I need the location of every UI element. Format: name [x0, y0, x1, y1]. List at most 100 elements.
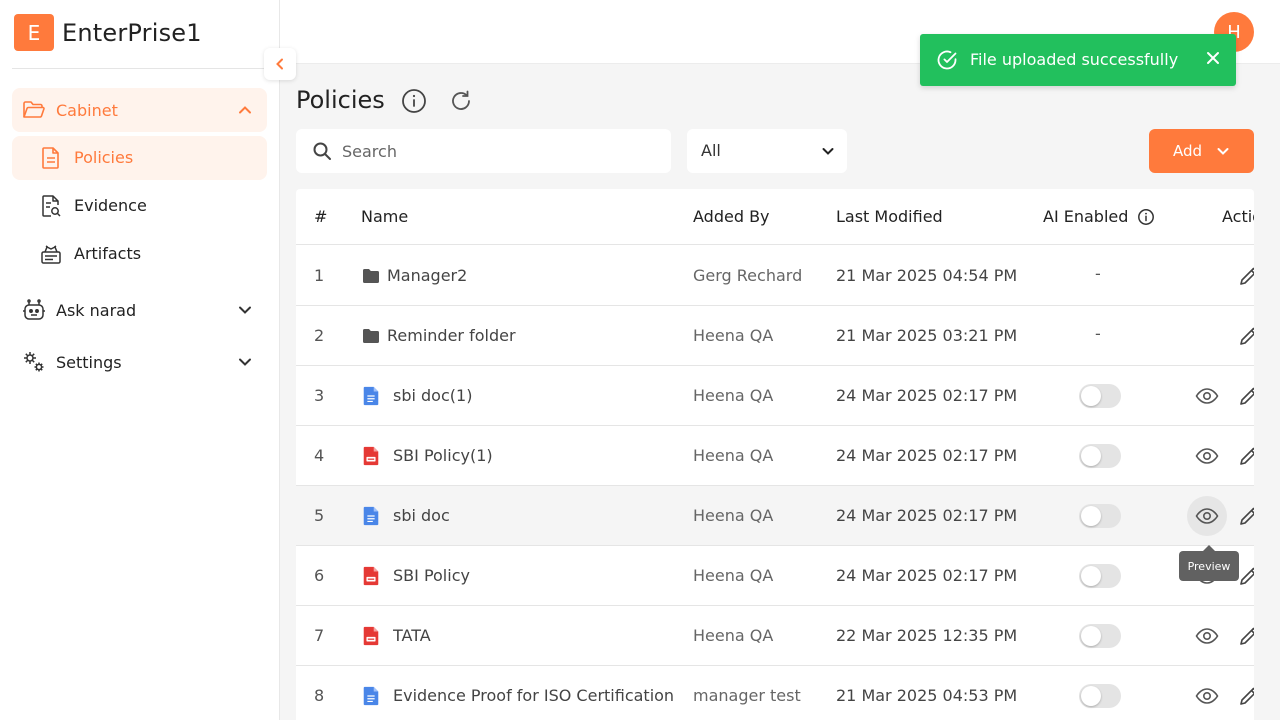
- sidebar-group-settings[interactable]: Settings: [12, 340, 267, 384]
- policies-table: # Name Added By Last Modified AI Enabled…: [296, 189, 1254, 720]
- table-row[interactable]: 2 Reminder folder Heena QA 21 Mar 2025 03:2…: [296, 306, 1254, 366]
- row-added-by: Gerg Rechard: [693, 266, 803, 285]
- sidebar-item-label: Artifacts: [74, 244, 142, 263]
- column-header-last-modified[interactable]: Last Modified: [836, 207, 943, 226]
- ai-enabled-toggle[interactable]: [1079, 444, 1121, 468]
- edit-icon[interactable]: [1238, 445, 1254, 467]
- row-name[interactable]: TATA: [393, 626, 431, 645]
- info-icon[interactable]: [401, 88, 427, 114]
- brand-logo: E: [14, 14, 54, 51]
- row-number: 2: [314, 326, 325, 345]
- refresh-icon[interactable]: [448, 88, 474, 114]
- search-box[interactable]: [296, 129, 671, 173]
- gears-icon: [24, 352, 44, 372]
- ai-enabled-toggle[interactable]: [1079, 384, 1121, 408]
- column-header-number: #: [314, 207, 328, 226]
- table-row[interactable]: 3 sbi doc(1) Heena QA 24 Mar 2025 02:17 PM: [296, 366, 1254, 426]
- ai-enabled-toggle[interactable]: [1079, 564, 1121, 588]
- folder-icon: [363, 329, 379, 343]
- edit-icon[interactable]: [1238, 625, 1254, 647]
- search-input[interactable]: [342, 139, 652, 163]
- close-icon[interactable]: [1206, 51, 1220, 65]
- eye-icon[interactable]: [1195, 504, 1219, 528]
- ai-enabled-toggle[interactable]: [1079, 624, 1121, 648]
- row-last-modified: 21 Mar 2025 04:53 PM: [836, 686, 1018, 705]
- row-last-modified: 24 Mar 2025 02:17 PM: [836, 566, 1018, 585]
- filter-select[interactable]: All: [687, 129, 847, 173]
- table-row[interactable]: 6 SBI Policy Heena QA 24 Mar 2025 02:17 PM: [296, 546, 1254, 606]
- table-header: # Name Added By Last Modified AI Enabled…: [296, 189, 1254, 245]
- row-ai-enabled: -: [1095, 324, 1101, 343]
- row-name[interactable]: SBI Policy: [393, 566, 470, 585]
- sidebar-group-label: Settings: [56, 352, 122, 372]
- edit-icon[interactable]: [1238, 265, 1254, 287]
- sidebar-item-policies[interactable]: Policies: [12, 136, 267, 180]
- eye-icon[interactable]: [1195, 444, 1219, 468]
- sidebar-item-label: Evidence: [74, 196, 147, 215]
- info-icon[interactable]: [1137, 208, 1155, 226]
- edit-icon[interactable]: [1238, 325, 1254, 347]
- ai-enabled-toggle[interactable]: [1079, 684, 1121, 708]
- toggle-knob: [1081, 626, 1101, 646]
- column-header-added-by[interactable]: Added By: [693, 207, 770, 226]
- sidebar-group-label: Cabinet: [56, 100, 118, 120]
- row-last-modified: 22 Mar 2025 12:35 PM: [836, 626, 1018, 645]
- sidebar-item-evidence[interactable]: Evidence: [12, 184, 267, 228]
- row-ai-enabled: -: [1095, 264, 1101, 283]
- google-doc-icon: [363, 386, 379, 406]
- pdf-icon: [363, 566, 379, 586]
- row-name[interactable]: SBI Policy(1): [393, 446, 493, 465]
- artifacts-icon: [41, 245, 61, 264]
- toast-message: File uploaded successfully: [970, 50, 1179, 69]
- table-row[interactable]: 5 sbi doc Heena QA 24 Mar 2025 02:17 PM: [296, 486, 1254, 546]
- row-number: 4: [314, 446, 325, 465]
- table-row[interactable]: 1 Manager2 Gerg Rechard 21 Mar 2025 04:54 P…: [296, 246, 1254, 306]
- preview-tooltip: Preview: [1179, 545, 1239, 581]
- edit-icon[interactable]: [1238, 685, 1254, 707]
- column-header-name[interactable]: Name: [361, 207, 408, 226]
- edit-icon[interactable]: [1238, 385, 1254, 407]
- toggle-knob: [1081, 686, 1101, 706]
- pdf-icon: [363, 626, 379, 646]
- eye-icon[interactable]: [1195, 624, 1219, 648]
- sidebar-group-ask-narad[interactable]: Ask narad: [12, 288, 267, 332]
- edit-icon[interactable]: [1238, 505, 1254, 527]
- row-last-modified: 21 Mar 2025 03:21 PM: [836, 326, 1018, 345]
- toggle-knob: [1081, 566, 1101, 586]
- toggle-knob: [1081, 446, 1101, 466]
- chevron-down-icon: [822, 148, 834, 155]
- eye-icon[interactable]: [1195, 384, 1219, 408]
- add-button[interactable]: Add: [1149, 129, 1254, 173]
- row-number: 6: [314, 566, 325, 585]
- row-last-modified: 21 Mar 2025 04:54 PM: [836, 266, 1018, 285]
- column-header-ai-enabled: AI Enabled: [1043, 207, 1129, 226]
- folder-open-icon: [23, 101, 45, 118]
- chevron-left-icon: [276, 58, 283, 70]
- document-search-icon: [42, 195, 61, 217]
- row-last-modified: 24 Mar 2025 02:17 PM: [836, 386, 1018, 405]
- ai-enabled-toggle[interactable]: [1079, 504, 1121, 528]
- pdf-icon: [363, 446, 379, 466]
- sidebar-group-cabinet[interactable]: Cabinet: [12, 88, 267, 132]
- row-name[interactable]: Manager2: [387, 266, 467, 285]
- sidebar-item-artifacts[interactable]: Artifacts: [12, 232, 267, 276]
- row-name[interactable]: sbi doc: [393, 506, 450, 525]
- row-number: 7: [314, 626, 325, 645]
- row-name[interactable]: Evidence Proof for ISO Certification: [393, 686, 674, 705]
- edit-icon[interactable]: [1238, 565, 1254, 587]
- row-added-by: Heena QA: [693, 626, 774, 645]
- chevron-up-icon: [239, 106, 251, 114]
- table-row[interactable]: 8 Evidence Proof for ISO Certification man…: [296, 666, 1254, 720]
- row-added-by: Heena QA: [693, 446, 774, 465]
- row-name[interactable]: sbi doc(1): [393, 386, 472, 405]
- add-button-label: Add: [1173, 142, 1203, 160]
- chevron-down-icon: [239, 306, 251, 314]
- row-name[interactable]: Reminder folder: [387, 326, 516, 345]
- table-row[interactable]: 7 TATA Heena QA 22 Mar 2025 12:35 PM: [296, 606, 1254, 666]
- table-row[interactable]: 4 SBI Policy(1) Heena QA 24 Mar 2025 02:17 …: [296, 426, 1254, 486]
- eye-icon[interactable]: [1195, 684, 1219, 708]
- search-icon: [313, 142, 331, 160]
- collapse-sidebar-button[interactable]: [264, 48, 296, 80]
- row-number: 3: [314, 386, 325, 405]
- brand[interactable]: E EnterPrise1: [14, 14, 202, 51]
